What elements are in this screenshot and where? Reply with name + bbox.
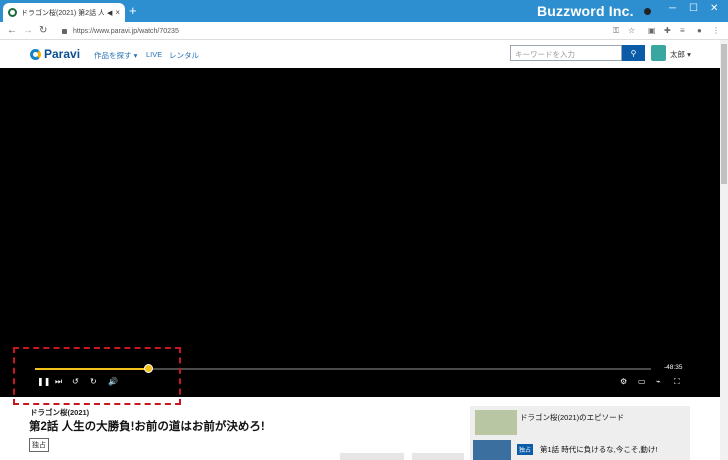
minimize-button[interactable]: ─ — [669, 3, 676, 14]
logo-text: Paravi — [44, 47, 81, 61]
site-header: Paravi 作品を探す ▾ LIVE レンタル キーワードを入力 ⚲ 太郎 ▾ — [0, 40, 720, 68]
profile-icon[interactable]: ● — [697, 26, 702, 35]
puzzle-icon[interactable]: ✚ — [664, 26, 671, 35]
tab-close-icon[interactable]: × — [115, 8, 120, 17]
remaining-time: -48:35 — [664, 364, 683, 371]
back-arrow-icon[interactable]: ← — [7, 25, 17, 36]
fullscreen-icon[interactable]: ⛶ — [674, 377, 680, 387]
tab-audio-icon[interactable]: ◀ — [107, 9, 112, 17]
subtitles-icon[interactable]: ▭ — [638, 377, 646, 387]
paravi-logo-icon — [30, 48, 41, 60]
site-favicon-icon — [8, 8, 17, 17]
scrollbar-thumb[interactable] — [721, 44, 727, 184]
forward-arrow-icon[interactable]: → — [23, 25, 33, 36]
controls-highlight-box — [13, 347, 181, 405]
series-thumbnail[interactable] — [475, 410, 517, 435]
search-input[interactable]: キーワードを入力 — [510, 45, 622, 61]
episode-list-heading[interactable]: ドラゴン桜(2021)のエピソード — [520, 412, 624, 423]
episode-thumbnail[interactable] — [473, 440, 511, 460]
watermark-text: Buzzword Inc. — [537, 3, 634, 19]
new-tab-button[interactable]: + — [129, 4, 137, 18]
nav-live-link[interactable]: LIVE — [146, 50, 162, 59]
episode-list-item[interactable]: 第1話 時代に負けるな,今こそ,動け! — [540, 444, 658, 455]
placeholder-card — [412, 453, 464, 460]
search-icon: ⚲ — [630, 48, 637, 58]
bookmark-star-icon[interactable]: ☆ — [628, 26, 635, 35]
address-bar[interactable]: https://www.paravi.jp/watch/70235 — [58, 24, 618, 38]
settings-gear-icon[interactable]: ⚙ — [620, 377, 627, 387]
tab-title: ドラゴン桜(2021) 第2話 人生の — [21, 9, 104, 17]
nav-browse-link[interactable]: 作品を探す ▾ — [94, 50, 137, 61]
episode-exclusive-tag: 独占 — [517, 444, 534, 455]
series-title[interactable]: ドラゴン桜(2021) — [30, 407, 89, 418]
maximize-button[interactable]: ☐ — [689, 3, 698, 14]
avatar[interactable] — [651, 45, 666, 61]
key-icon[interactable]: ⚿ — [613, 26, 619, 36]
watermark-dot-icon — [644, 8, 651, 15]
url-text: https://www.paravi.jp/watch/70235 — [73, 27, 179, 35]
user-menu[interactable]: 太郎 ▾ — [670, 49, 691, 60]
nav-rental-link[interactable]: レンタル — [169, 50, 199, 61]
browser-tab[interactable]: ドラゴン桜(2021) 第2話 人生の ◀ × — [3, 3, 125, 22]
reload-icon[interactable]: ↻ — [39, 25, 47, 36]
paravi-logo[interactable]: Paravi — [30, 47, 80, 61]
extension-icon[interactable]: ▣ — [648, 26, 656, 35]
browser-toolbar: ← → ↻ https://www.paravi.jp/watch/70235 … — [0, 22, 728, 40]
exclusive-badge: 独占 — [29, 438, 49, 452]
cast-icon[interactable]: ⌁ — [656, 377, 661, 387]
search-button[interactable]: ⚲ — [622, 45, 645, 61]
placeholder-card — [340, 453, 404, 460]
reading-list-icon[interactable]: ≡ — [680, 26, 685, 35]
lock-icon — [62, 28, 67, 34]
menu-icon[interactable]: ⋮ — [712, 26, 720, 35]
episode-title: 第2話 人生の大勝負!お前の道はお前が決めろ! — [29, 421, 265, 433]
window-close-button[interactable]: ✕ — [710, 3, 718, 14]
